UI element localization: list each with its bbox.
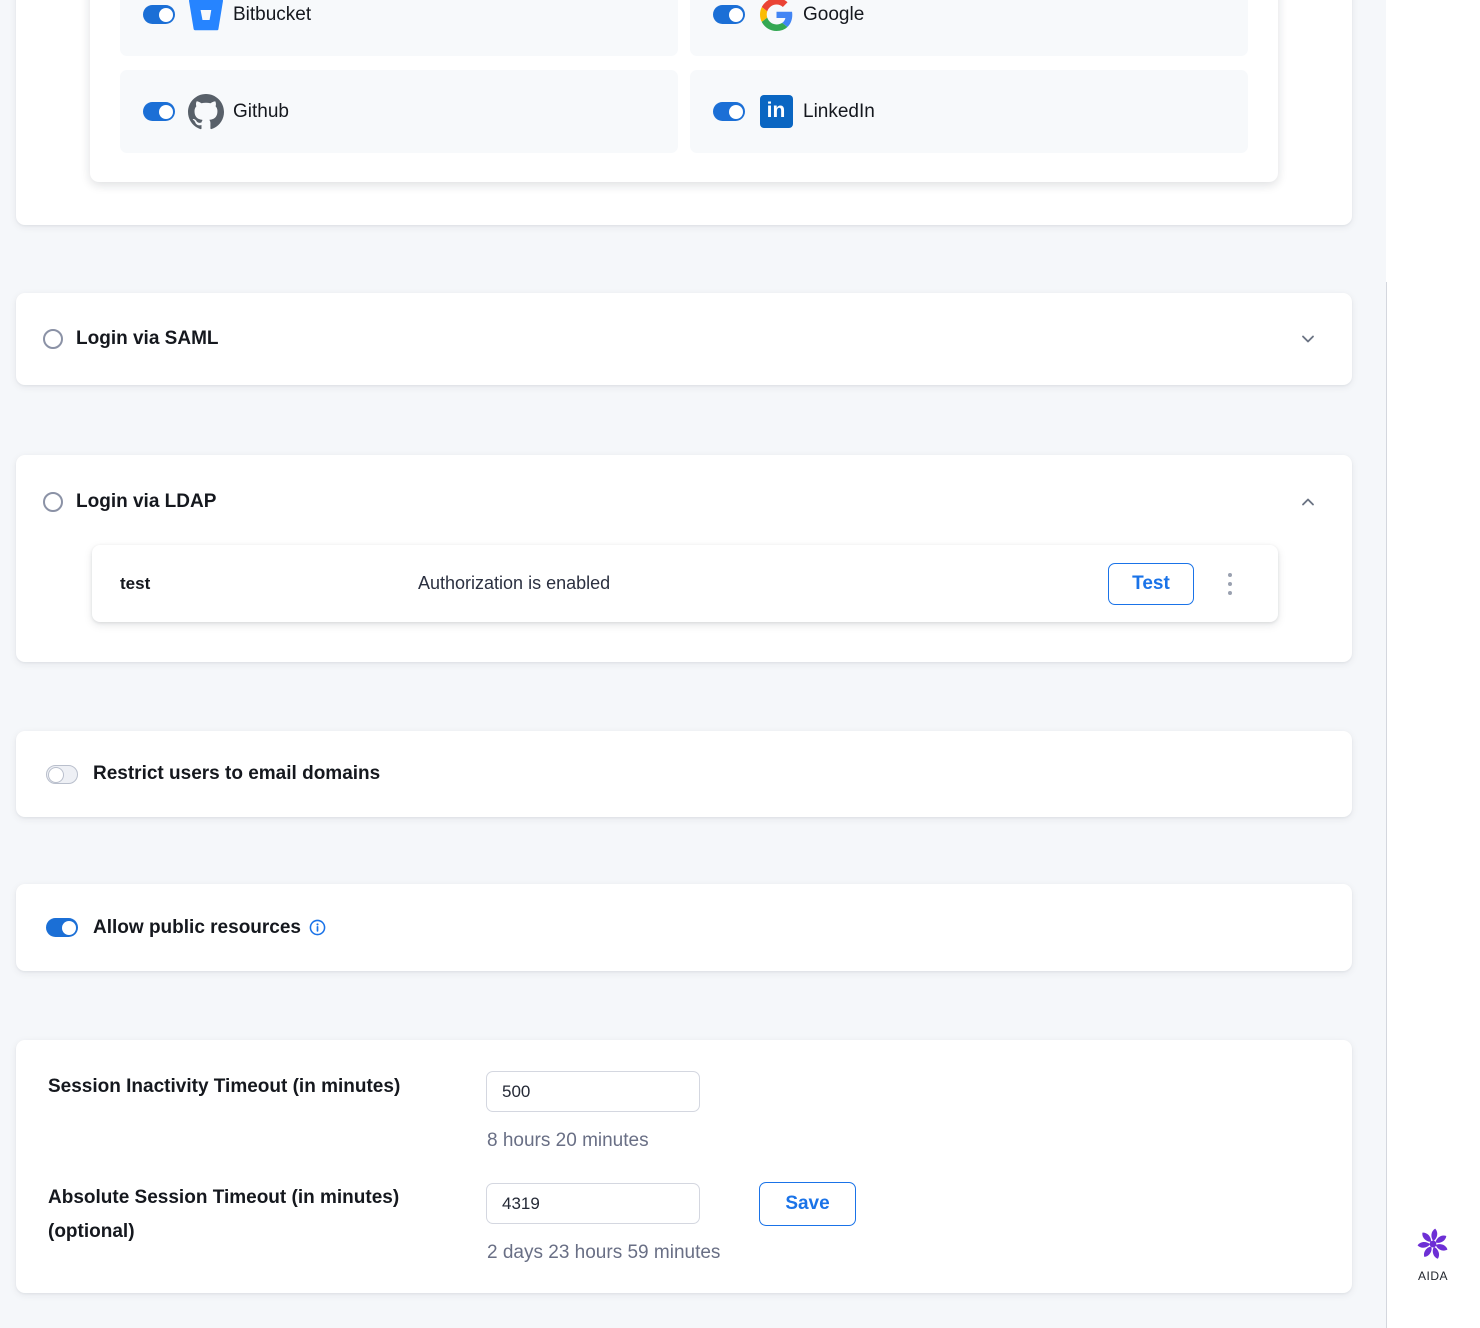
providers-list-panel: Bitbucket Google Github — [90, 0, 1278, 182]
ldap-connection-row: test Authorization is enabled Test — [92, 545, 1278, 622]
session-settings-card: Session Inactivity Timeout (in minutes) … — [16, 1040, 1352, 1293]
aida-label: AIDA — [1386, 1269, 1480, 1283]
bitbucket-toggle[interactable] — [143, 5, 175, 24]
provider-label: Github — [233, 101, 289, 123]
ldap-section-card: Login via LDAP test Authorization is ena… — [16, 455, 1352, 662]
saml-title: Login via SAML — [76, 328, 219, 350]
github-toggle[interactable] — [143, 102, 175, 121]
linkedin-icon: in — [758, 94, 794, 130]
provider-label: Bitbucket — [233, 4, 311, 26]
saml-section-card: Login via SAML — [16, 293, 1352, 385]
absolute-timeout-label: Absolute Session Timeout (in minutes) (o… — [48, 1181, 478, 1249]
ldap-connection-name: test — [120, 574, 418, 594]
saml-header[interactable]: Login via SAML — [16, 293, 1352, 385]
restrict-domains-label: Restrict users to email domains — [93, 763, 380, 785]
provider-row-bitbucket: Bitbucket — [120, 0, 678, 56]
public-resources-toggle[interactable] — [46, 918, 78, 937]
ldap-radio[interactable] — [43, 492, 63, 512]
absolute-timeout-input[interactable] — [486, 1183, 700, 1224]
bitbucket-icon — [188, 0, 224, 33]
linkedin-icon-glyph: in — [760, 95, 793, 128]
chevron-down-icon[interactable] — [1298, 329, 1318, 349]
google-icon — [758, 0, 794, 33]
right-rail — [1386, 0, 1480, 1328]
linkedin-toggle[interactable] — [713, 102, 745, 121]
saml-radio[interactable] — [43, 329, 63, 349]
chevron-up-icon[interactable] — [1298, 492, 1318, 512]
ldap-title: Login via LDAP — [76, 491, 216, 513]
github-icon — [188, 94, 224, 130]
provider-row-linkedin: in LinkedIn — [690, 70, 1248, 153]
inactivity-timeout-label: Session Inactivity Timeout (in minutes) — [48, 1070, 478, 1104]
ldap-header[interactable]: Login via LDAP — [16, 455, 1352, 549]
aida-flower-icon — [1415, 1226, 1451, 1262]
provider-row-google: Google — [690, 0, 1248, 56]
content-right-border — [1386, 282, 1387, 1328]
aida-widget[interactable]: AIDA — [1386, 1226, 1480, 1283]
kebab-menu-icon[interactable] — [1224, 569, 1236, 599]
inactivity-timeout-help: 8 hours 20 minutes — [487, 1130, 649, 1152]
restrict-domains-card: Restrict users to email domains — [16, 731, 1352, 817]
info-icon[interactable] — [309, 919, 326, 936]
public-resources-card: Allow public resources — [16, 884, 1352, 971]
restrict-domains-toggle[interactable] — [46, 765, 78, 784]
absolute-timeout-label-line1: Absolute Session Timeout (in minutes) — [48, 1181, 478, 1215]
absolute-timeout-label-line2: (optional) — [48, 1215, 478, 1249]
provider-row-github: Github — [120, 70, 678, 153]
provider-label: LinkedIn — [803, 101, 875, 123]
absolute-timeout-help: 2 days 23 hours 59 minutes — [487, 1242, 720, 1264]
login-providers-card: Bitbucket Google Github — [16, 0, 1352, 225]
save-button[interactable]: Save — [759, 1182, 856, 1226]
provider-label: Google — [803, 4, 864, 26]
test-button[interactable]: Test — [1108, 563, 1194, 605]
google-toggle[interactable] — [713, 5, 745, 24]
ldap-connection-status: Authorization is enabled — [418, 573, 1108, 594]
public-resources-label: Allow public resources — [93, 917, 301, 939]
inactivity-timeout-input[interactable] — [486, 1071, 700, 1112]
